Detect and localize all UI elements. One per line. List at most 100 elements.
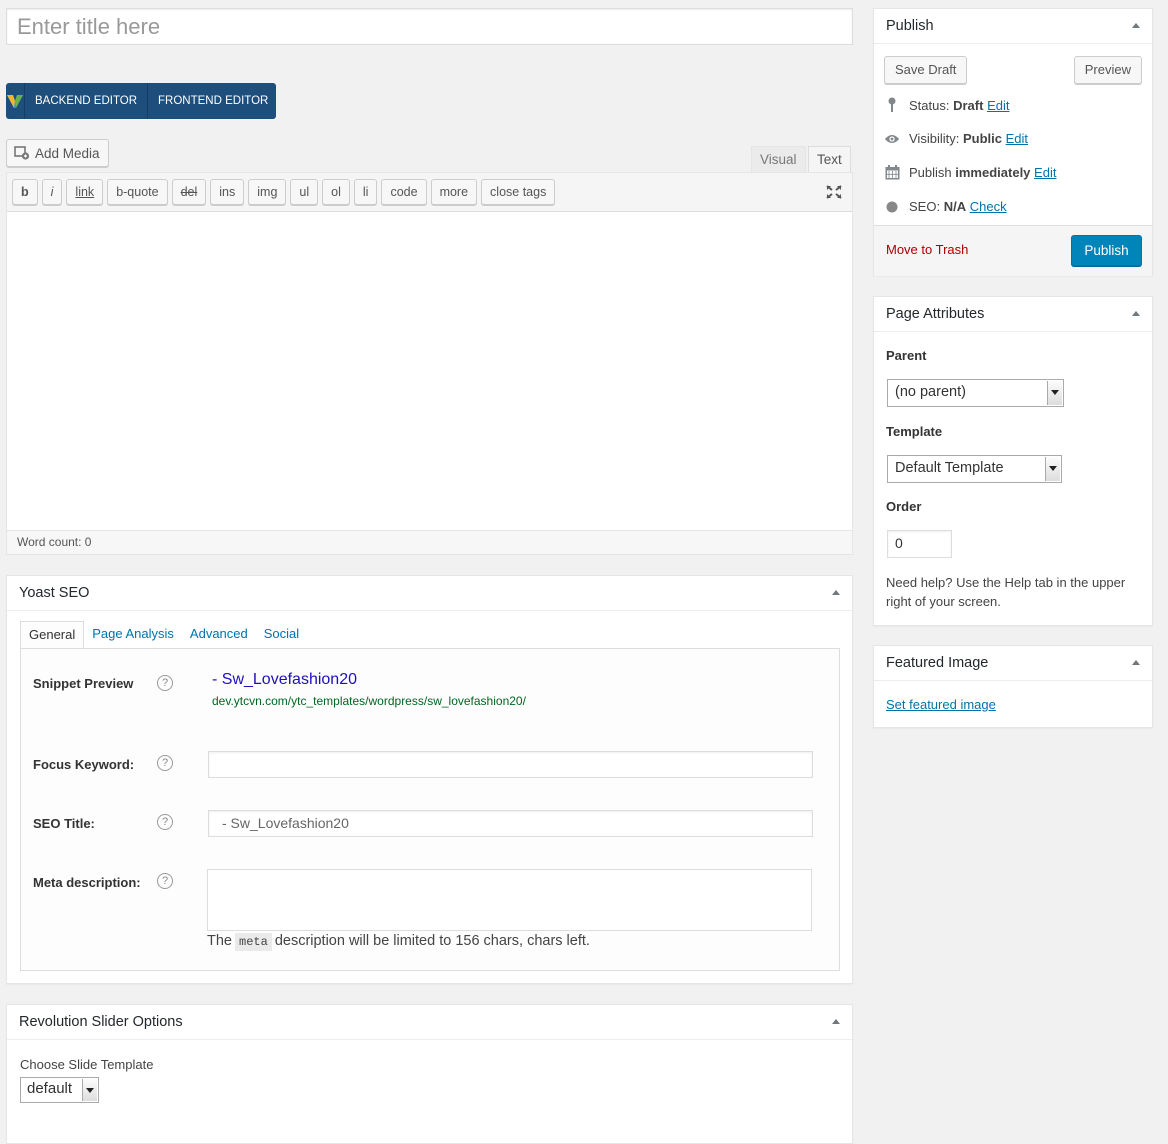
qt-ins-button[interactable]: ins — [210, 179, 245, 205]
publish-title: Publish — [886, 18, 934, 34]
visibility-value: Public — [962, 131, 1002, 146]
meta-description-label: Meta description: — [33, 875, 141, 890]
template-value: Default Template — [895, 460, 1004, 476]
set-featured-image-link[interactable]: Set featured image — [886, 697, 996, 712]
post-title-input[interactable]: Enter title here — [6, 8, 853, 45]
move-to-trash-link[interactable]: Move to Trash — [886, 242, 968, 257]
meta-note-post: description will be limited to 156 chars… — [274, 933, 590, 949]
page-attributes-header[interactable]: Page Attributes — [874, 297, 1152, 332]
publish-box: Publish Save Draft Preview Status: Draft… — [873, 8, 1153, 276]
revolution-slider-box: Revolution Slider Options Choose Slide T… — [6, 1004, 853, 1144]
seo-score-dot-icon — [884, 201, 900, 213]
status-label: Status: — [909, 97, 950, 113]
meta-description-note: The meta description will be limited to 15… — [207, 933, 590, 951]
seo-check-link[interactable]: Check — [970, 199, 1007, 214]
edit-visibility-link[interactable]: Edit — [1006, 131, 1028, 146]
add-media-button[interactable]: Add Media — [6, 139, 109, 167]
featured-image-header[interactable]: Featured Image — [874, 646, 1152, 681]
status-row: Status: Draft Edit — [884, 97, 1009, 113]
focus-help-icon[interactable]: ? — [157, 755, 173, 771]
add-media-label: Add Media — [35, 145, 100, 161]
parent-value: (no parent) — [895, 384, 966, 400]
qt-link-button[interactable]: link — [66, 179, 104, 205]
qt-close-tags-button[interactable]: close tags — [481, 179, 556, 205]
visual-composer-logo-icon[interactable] — [6, 83, 25, 119]
content-editor: b i link b-quote del ins img ul ol li co… — [6, 172, 853, 555]
collapse-arrow-icon[interactable] — [1132, 23, 1140, 28]
qt-italic-button[interactable]: i — [41, 179, 63, 205]
order-label: Order — [886, 499, 922, 514]
featured-image-box: Featured Image Set featured image — [873, 645, 1153, 728]
tab-social[interactable]: Social — [256, 621, 307, 649]
seo-title-label: SEO Title: — [33, 816, 95, 831]
qt-bold-button[interactable]: b — [12, 179, 38, 205]
editor-textarea[interactable] — [7, 212, 852, 530]
page-attributes-title: Page Attributes — [886, 306, 985, 322]
publish-header[interactable]: Publish — [874, 9, 1152, 44]
collapse-arrow-icon[interactable] — [832, 590, 840, 595]
qt-blockquote-button[interactable]: b-quote — [107, 179, 168, 205]
frontend-editor-button[interactable]: FRONTEND EDITOR — [148, 83, 276, 119]
snippet-title: - Sw_Lovefashion20 — [212, 671, 357, 688]
collapse-arrow-icon[interactable] — [1132, 660, 1140, 665]
meta-help-icon[interactable]: ? — [157, 873, 173, 889]
seo-label: SEO: — [909, 199, 941, 214]
meta-description-textarea[interactable] — [207, 869, 812, 931]
order-input[interactable]: 0 — [887, 530, 952, 558]
backend-editor-button[interactable]: BACKEND EDITOR — [25, 83, 149, 119]
status-value: Draft — [953, 97, 984, 113]
tab-text[interactable]: Text — [808, 146, 851, 173]
snippet-help-icon[interactable]: ? — [157, 675, 173, 691]
parent-label: Parent — [886, 348, 927, 363]
qt-img-button[interactable]: img — [248, 179, 287, 205]
focus-keyword-label: Focus Keyword: — [33, 757, 135, 772]
yoast-seo-box: Yoast SEO General Page Analysis Advanced… — [6, 575, 853, 984]
publish-actions: Move to Trash Publish — [874, 225, 1152, 276]
collapse-arrow-icon[interactable] — [1132, 311, 1140, 316]
tab-general[interactable]: General — [20, 621, 85, 649]
yoast-seo-header[interactable]: Yoast SEO — [7, 576, 852, 611]
publish-button[interactable]: Publish — [1071, 235, 1142, 266]
fullscreen-icon[interactable] — [826, 185, 842, 199]
publish-time-row: Publish immediately Edit — [884, 165, 1056, 180]
publish-time-value: immediately — [955, 165, 1031, 180]
word-count: Word count: 0 — [7, 530, 852, 554]
tab-visual[interactable]: Visual — [751, 146, 806, 173]
qt-li-button[interactable]: li — [353, 179, 378, 205]
slide-template-select[interactable]: default — [20, 1077, 99, 1103]
template-select[interactable]: Default Template — [887, 455, 1062, 483]
seo-title-help-icon[interactable]: ? — [157, 814, 173, 830]
qt-del-button[interactable]: del — [171, 179, 207, 205]
focus-keyword-input[interactable] — [208, 751, 813, 778]
edit-publish-time-link[interactable]: Edit — [1034, 165, 1056, 180]
slide-template-value: default — [27, 1080, 73, 1097]
dropdown-arrow-icon — [1047, 381, 1062, 405]
snippet-preview-label: Snippet Preview — [33, 676, 134, 691]
visibility-row: Visibility: Public Edit — [884, 131, 1028, 146]
seo-title-input[interactable]: - Sw_Lovefashion20 — [208, 810, 813, 837]
page-attributes-help: Need help? Use the Help tab in the upper… — [886, 575, 1126, 609]
qt-more-button[interactable]: more — [430, 179, 478, 205]
dropdown-arrow-icon — [1045, 457, 1060, 481]
qt-ul-button[interactable]: ul — [290, 179, 319, 205]
page-attributes-box: Page Attributes Parent (no parent) Templ… — [873, 296, 1153, 626]
eye-icon — [884, 133, 900, 145]
parent-select[interactable]: (no parent) — [887, 379, 1064, 407]
seo-score-row: SEO: N/A Check — [884, 199, 1007, 214]
revolution-slider-header[interactable]: Revolution Slider Options — [7, 1005, 852, 1040]
yoast-tabs: General Page Analysis Advanced Social — [20, 621, 307, 649]
dropdown-arrow-icon — [82, 1079, 97, 1101]
collapse-arrow-icon[interactable] — [832, 1019, 840, 1024]
media-icon — [14, 146, 30, 160]
snippet-url: dev.ytcvn.com/ytc_templates/wordpress/sw… — [212, 694, 526, 708]
save-draft-button[interactable]: Save Draft — [884, 56, 968, 84]
meta-note-pre: The — [207, 933, 232, 949]
edit-status-link[interactable]: Edit — [987, 98, 1009, 113]
tab-page-analysis[interactable]: Page Analysis — [84, 621, 182, 649]
qt-ol-button[interactable]: ol — [322, 179, 350, 205]
featured-image-title: Featured Image — [886, 655, 989, 671]
tab-advanced[interactable]: Advanced — [182, 621, 256, 649]
preview-button[interactable]: Preview — [1073, 56, 1142, 84]
qt-code-button[interactable]: code — [381, 179, 427, 205]
template-label: Template — [886, 424, 943, 439]
